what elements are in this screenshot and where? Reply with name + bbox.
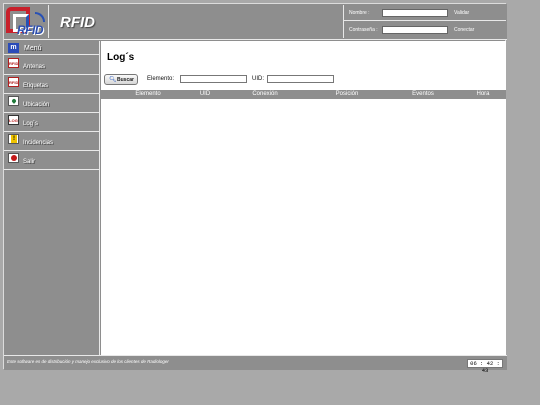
antenna-icon: RFID — [8, 58, 19, 68]
search-bar: 🔍︎ Buscar Elemento: UID: — [101, 74, 506, 88]
column-header-conexion[interactable]: Conexión — [246, 91, 284, 97]
column-header-posicion[interactable]: Posición — [330, 91, 364, 97]
location-icon — [8, 96, 19, 106]
element-input[interactable] — [180, 75, 247, 83]
sidebar-item-label: Etiquetas — [23, 83, 49, 89]
sidebar-item-etiquetas[interactable]: RFID Etiquetas — [4, 75, 100, 94]
sidebar-item-label: Salir — [23, 159, 36, 165]
divider — [48, 5, 49, 38]
sidebar-item-logs[interactable]: LOG Log´s — [4, 113, 100, 132]
warning-icon — [8, 134, 19, 144]
sidebar-item-ubicacion[interactable]: Ubicación — [4, 94, 100, 113]
clock: 06 : 42 : 43 — [467, 359, 503, 374]
sidebar-item-incidencias[interactable]: Incidencias — [4, 132, 100, 151]
element-label: Elemento: — [147, 76, 175, 82]
username-label: Nombre : — [349, 10, 370, 16]
sidebar-item-label: Incidencias — [23, 140, 54, 146]
sidebar-item-salir[interactable]: Salir — [4, 151, 100, 170]
brand-title: RFID — [60, 14, 95, 31]
signal-waves-icon — [35, 12, 45, 22]
tag-icon: RFID — [8, 77, 19, 87]
app-window: RFID RFID Nombre : Validar Contraseña : … — [3, 3, 507, 374]
column-header-uid[interactable]: UID — [195, 91, 215, 97]
footer: Este software es de distribución y manej… — [4, 355, 507, 374]
search-button-label: Buscar — [117, 77, 134, 83]
password-label: Contraseña : — [349, 27, 378, 33]
password-input[interactable] — [382, 26, 448, 34]
footer-text: Este software es de distribución y manej… — [7, 359, 169, 364]
menu-header: m Menú — [4, 41, 100, 55]
sidebar-item-label: Log´s — [23, 121, 39, 127]
sidebar-item-label: Ubicación — [23, 102, 50, 108]
uid-label: UID: — [252, 76, 264, 82]
username-row: Nombre : Validar — [344, 5, 506, 21]
table-header: Elemento UID Conexión Posición Eventos H… — [101, 90, 506, 99]
page-title: Log´s — [107, 52, 135, 63]
validate-button[interactable]: Validar — [454, 10, 469, 16]
exit-icon — [8, 153, 19, 163]
column-header-hora[interactable]: Hora — [472, 91, 494, 97]
sidebar: m Menú RFID Antenas RFID Etiquetas Ubica… — [4, 41, 100, 355]
menu-title: Menú — [24, 45, 42, 52]
sidebar-item-label: Antenas — [23, 64, 46, 70]
log-icon: LOG — [8, 115, 19, 125]
menu-icon: m — [8, 43, 19, 53]
search-button[interactable]: 🔍︎ Buscar — [104, 74, 138, 85]
search-icon: 🔍︎ — [109, 77, 117, 83]
username-input[interactable] — [382, 9, 448, 17]
login-panel: Nombre : Validar Contraseña : Conectar — [343, 5, 506, 38]
sidebar-item-antenas[interactable]: RFID Antenas — [4, 56, 100, 75]
password-row: Contraseña : Conectar — [344, 22, 506, 38]
connect-button[interactable]: Conectar — [454, 27, 474, 33]
column-header-eventos[interactable]: Eventos — [407, 91, 439, 97]
column-header-elemento[interactable]: Elemento — [130, 91, 166, 97]
uid-input[interactable] — [267, 75, 334, 83]
main-content: Log´s 🔍︎ Buscar Elemento: UID: Elemento … — [101, 41, 506, 355]
logo-text: RFID — [17, 23, 44, 37]
header: RFID RFID Nombre : Validar Contraseña : … — [4, 4, 507, 40]
logo: RFID — [5, 5, 47, 38]
